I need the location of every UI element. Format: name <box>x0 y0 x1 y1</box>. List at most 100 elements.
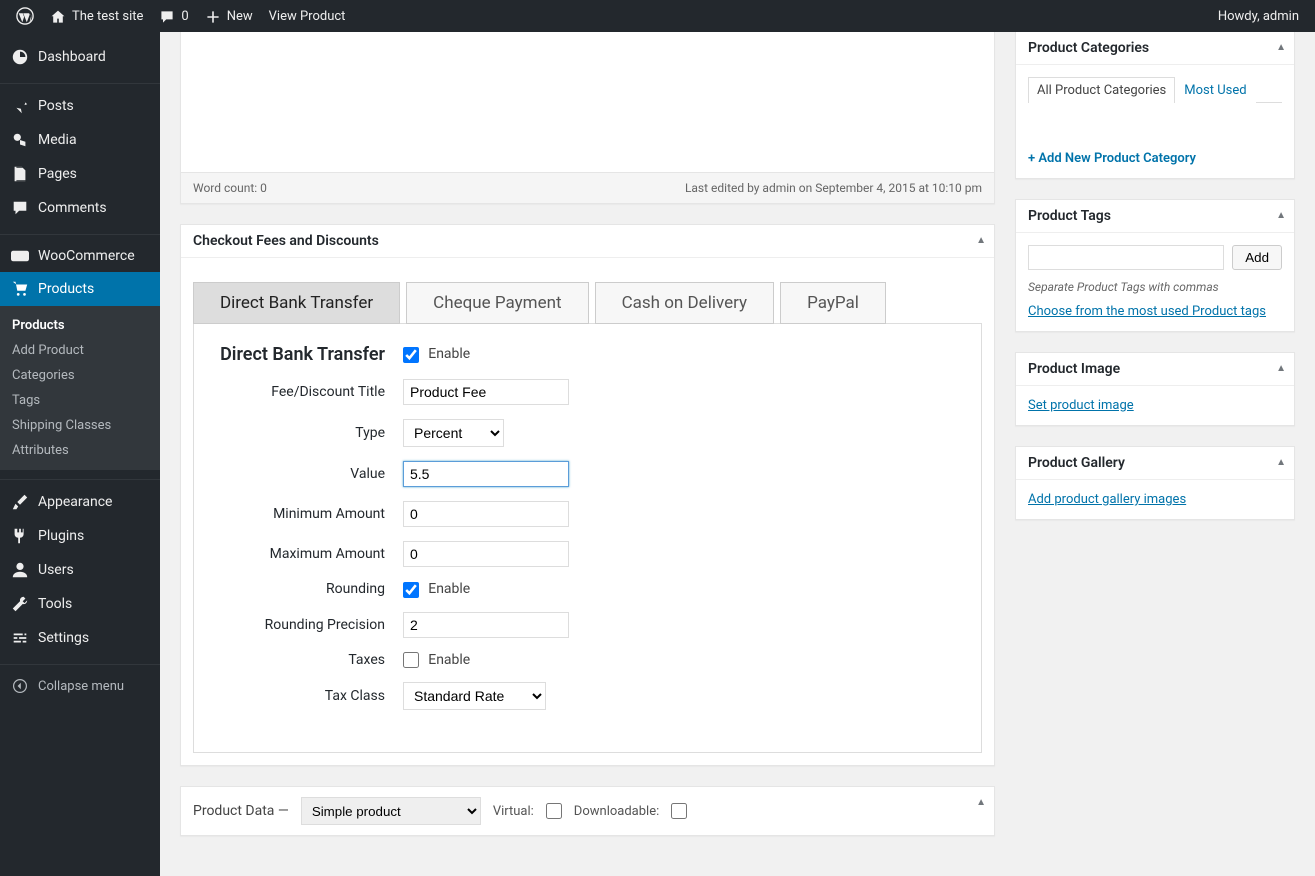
menu-label: WooCommerce <box>38 248 135 264</box>
set-image-link[interactable]: Set product image <box>1028 398 1134 413</box>
collapse-menu[interactable]: Collapse menu <box>0 670 160 702</box>
comments-icon <box>10 199 30 217</box>
editor-area[interactable] <box>181 32 994 172</box>
downloadable-checkbox[interactable] <box>671 803 687 819</box>
menu-comments[interactable]: Comments <box>0 191 160 225</box>
admin-toolbar: The test site 0 New View Product Howdy, … <box>0 0 1315 32</box>
tab-cash-on-delivery[interactable]: Cash on Delivery <box>595 282 775 324</box>
new-label: New <box>227 9 253 24</box>
menu-label: Comments <box>38 200 107 216</box>
tag-note: Separate Product Tags with commas <box>1028 280 1282 294</box>
fees-box-title: Checkout Fees and Discounts <box>181 225 994 258</box>
brush-icon <box>10 493 30 511</box>
editor-box: Word count: 0 Last edited by admin on Se… <box>180 32 995 204</box>
add-gallery-link[interactable]: Add product gallery images <box>1028 492 1186 507</box>
menu-label: Settings <box>38 630 89 646</box>
rounding-checkbox[interactable] <box>403 582 419 598</box>
product-image-box: Product Image ▲ Set product image <box>1015 352 1295 426</box>
site-name-label: The test site <box>72 9 143 24</box>
checkout-fees-box: Checkout Fees and Discounts ▲ Direct Ban… <box>180 224 995 766</box>
product-type-select[interactable]: Simple product <box>301 797 481 825</box>
submenu-attributes[interactable]: Attributes <box>0 438 160 463</box>
menu-label: Pages <box>38 166 77 182</box>
taxclass-select[interactable]: Standard Rate <box>403 682 546 710</box>
max-input[interactable] <box>403 541 569 567</box>
submenu-tags[interactable]: Tags <box>0 388 160 413</box>
howdy-label: Howdy, admin <box>1218 9 1299 24</box>
menu-plugins[interactable]: Plugins <box>0 519 160 553</box>
gallery-title: Product Gallery <box>1016 447 1294 480</box>
plug-icon <box>10 527 30 545</box>
wp-logo[interactable] <box>8 0 42 32</box>
last-edited: Last edited by admin on September 4, 201… <box>685 181 982 195</box>
cat-tab-most-used[interactable]: Most Used <box>1175 77 1255 103</box>
cat-tab-all[interactable]: All Product Categories <box>1028 77 1175 103</box>
taxes-checkbox[interactable] <box>403 652 419 668</box>
new-content-link[interactable]: New <box>197 0 261 32</box>
menu-woocommerce[interactable]: WooCommerce <box>0 240 160 272</box>
view-product-link[interactable]: View Product <box>261 0 354 32</box>
virtual-checkbox[interactable] <box>546 803 562 819</box>
gateway-heading: Direct Bank Transfer <box>218 344 403 365</box>
comments-link[interactable]: 0 <box>151 0 196 32</box>
toggle-icon[interactable]: ▲ <box>976 235 986 246</box>
site-name-link[interactable]: The test site <box>42 0 151 32</box>
min-input[interactable] <box>403 501 569 527</box>
submenu-products[interactable]: Products <box>0 313 160 338</box>
tab-cheque-payment[interactable]: Cheque Payment <box>406 282 588 324</box>
virtual-label: Virtual: <box>493 804 534 819</box>
title-input[interactable] <box>403 379 569 405</box>
type-select[interactable]: Percent <box>403 419 504 447</box>
menu-label: Media <box>38 132 77 148</box>
type-label: Type <box>218 425 403 441</box>
min-label: Minimum Amount <box>218 506 403 522</box>
categories-title: Product Categories <box>1016 32 1294 65</box>
menu-tools[interactable]: Tools <box>0 587 160 621</box>
howdy-link[interactable]: Howdy, admin <box>1210 0 1307 32</box>
value-label: Value <box>218 466 403 482</box>
submenu-categories[interactable]: Categories <box>0 363 160 388</box>
menu-media[interactable]: Media <box>0 123 160 157</box>
toggle-icon[interactable]: ▲ <box>1276 210 1286 221</box>
product-gallery-box: Product Gallery ▲ Add product gallery im… <box>1015 446 1295 520</box>
word-count: Word count: 0 <box>193 181 267 195</box>
product-categories-box: Product Categories ▲ All Product Categor… <box>1015 32 1295 179</box>
menu-label: Posts <box>38 98 74 114</box>
submenu-shipping[interactable]: Shipping Classes <box>0 413 160 438</box>
comments-count: 0 <box>181 9 188 24</box>
precision-input[interactable] <box>403 612 569 638</box>
add-tag-button[interactable]: Add <box>1232 245 1282 270</box>
tab-direct-bank-transfer[interactable]: Direct Bank Transfer <box>193 282 400 324</box>
collapse-label: Collapse menu <box>38 679 124 694</box>
toggle-icon[interactable]: ▲ <box>1276 457 1286 468</box>
tab-paypal[interactable]: PayPal <box>780 282 886 324</box>
toggle-icon[interactable]: ▲ <box>976 797 986 808</box>
menu-label: Tools <box>38 596 72 612</box>
menu-pages[interactable]: Pages <box>0 157 160 191</box>
page-icon <box>10 165 30 183</box>
sliders-icon <box>10 629 30 647</box>
menu-settings[interactable]: Settings <box>0 621 160 655</box>
tags-title: Product Tags <box>1016 200 1294 233</box>
value-input[interactable] <box>403 461 569 487</box>
submenu-add-product[interactable]: Add Product <box>0 338 160 363</box>
menu-products[interactable]: Products <box>0 272 160 306</box>
view-product-label: View Product <box>269 9 346 24</box>
toggle-icon[interactable]: ▲ <box>1276 363 1286 374</box>
menu-label: Appearance <box>38 494 112 510</box>
menu-posts[interactable]: Posts <box>0 89 160 123</box>
add-category-link[interactable]: + Add New Product Category <box>1028 151 1196 166</box>
menu-users[interactable]: Users <box>0 553 160 587</box>
tag-input[interactable] <box>1028 245 1224 270</box>
menu-label: Users <box>38 562 74 578</box>
collapse-icon <box>10 678 30 694</box>
woo-icon <box>10 250 30 262</box>
comment-icon <box>159 7 175 26</box>
precision-label: Rounding Precision <box>218 617 403 633</box>
choose-tags-link[interactable]: Choose from the most used Product tags <box>1028 304 1266 319</box>
menu-appearance[interactable]: Appearance <box>0 485 160 519</box>
image-title: Product Image <box>1016 353 1294 386</box>
toggle-icon[interactable]: ▲ <box>1276 42 1286 53</box>
menu-dashboard[interactable]: Dashboard <box>0 40 160 74</box>
enable-checkbox[interactable] <box>403 347 419 363</box>
